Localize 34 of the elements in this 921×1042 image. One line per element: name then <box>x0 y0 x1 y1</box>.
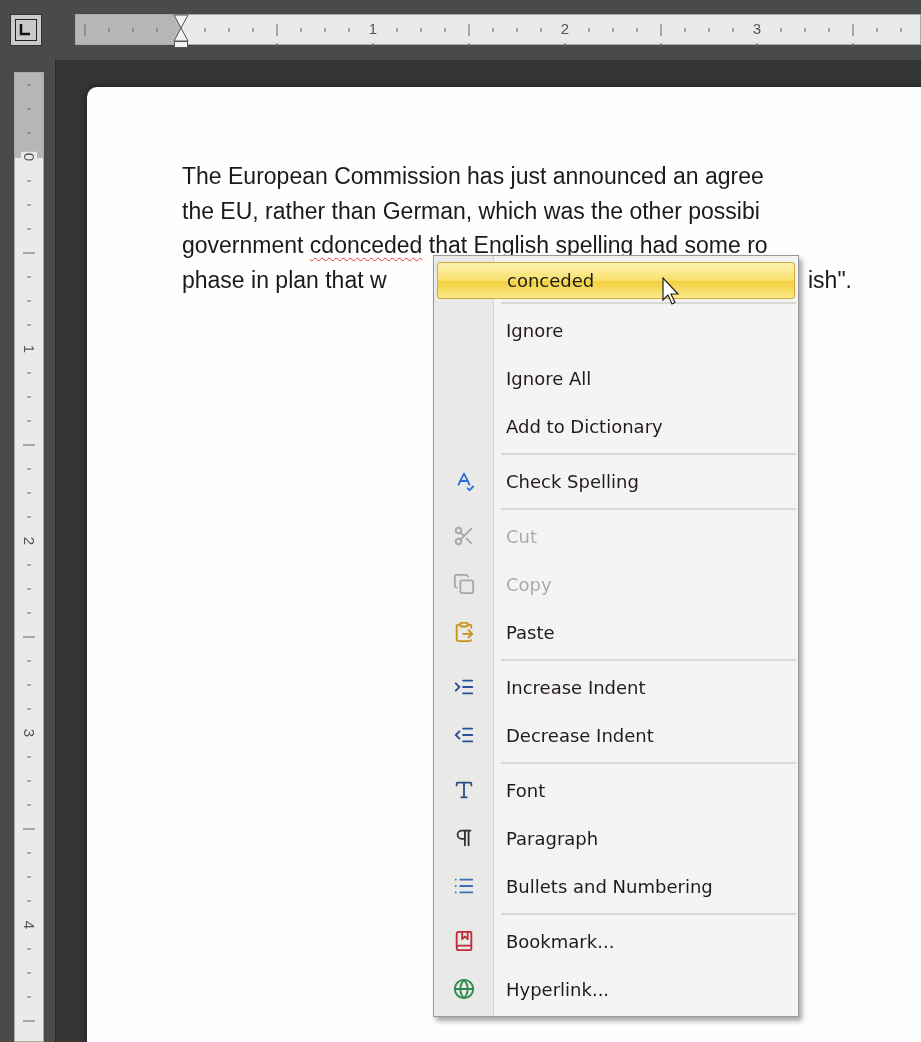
menu-item[interactable]: Ignore <box>434 306 798 354</box>
document-text: ish". <box>808 266 852 293</box>
ruler-number: 4 <box>21 919 37 931</box>
menu-item[interactable]: Paste <box>434 608 798 656</box>
document-text: phase in plan that w <box>182 266 387 293</box>
menu-item[interactable]: Paragraph <box>434 814 798 862</box>
menu-item[interactable]: Decrease Indent <box>434 711 798 759</box>
ruler-number: 0 <box>21 151 37 163</box>
indent-marker-icon[interactable] <box>173 14 189 48</box>
scissors-icon <box>452 525 475 547</box>
ruler-number: 1 <box>367 21 379 37</box>
menu-item[interactable]: Add to Dictionary <box>434 402 798 450</box>
ruler-number: 3 <box>751 21 763 37</box>
menu-item[interactable]: Font <box>434 766 798 814</box>
misspelled-word: cdonceded <box>309 232 423 258</box>
menu-item[interactable]: Bullets and Numbering <box>434 862 798 910</box>
ruler-number: 3 <box>21 727 37 739</box>
tab-stop-icon[interactable] <box>10 14 42 46</box>
document-text: the EU, rather than German, which was the other possibi <box>182 197 760 224</box>
menu-item[interactable]: Bookmark... <box>434 917 798 965</box>
menu-item[interactable]: Increase Indent <box>434 663 798 711</box>
globe-icon <box>452 978 475 1000</box>
ruler-number: 1 <box>21 343 37 355</box>
ruler-number: 2 <box>21 535 37 547</box>
mouse-cursor-icon <box>662 277 682 307</box>
menu-item[interactable]: conceded <box>437 262 795 299</box>
menu-item[interactable]: Check Spelling <box>434 457 798 505</box>
ruler-number: 2 <box>559 21 571 37</box>
menu-item[interactable]: Ignore All <box>434 354 798 402</box>
document-text: government <box>182 232 305 258</box>
copy-icon <box>452 573 475 595</box>
document-text: The European Commission has just announced an agree <box>182 163 764 189</box>
menu-item[interactable]: Hyperlink... <box>434 965 798 1013</box>
document-text: that English spelling had some ro <box>427 232 768 258</box>
